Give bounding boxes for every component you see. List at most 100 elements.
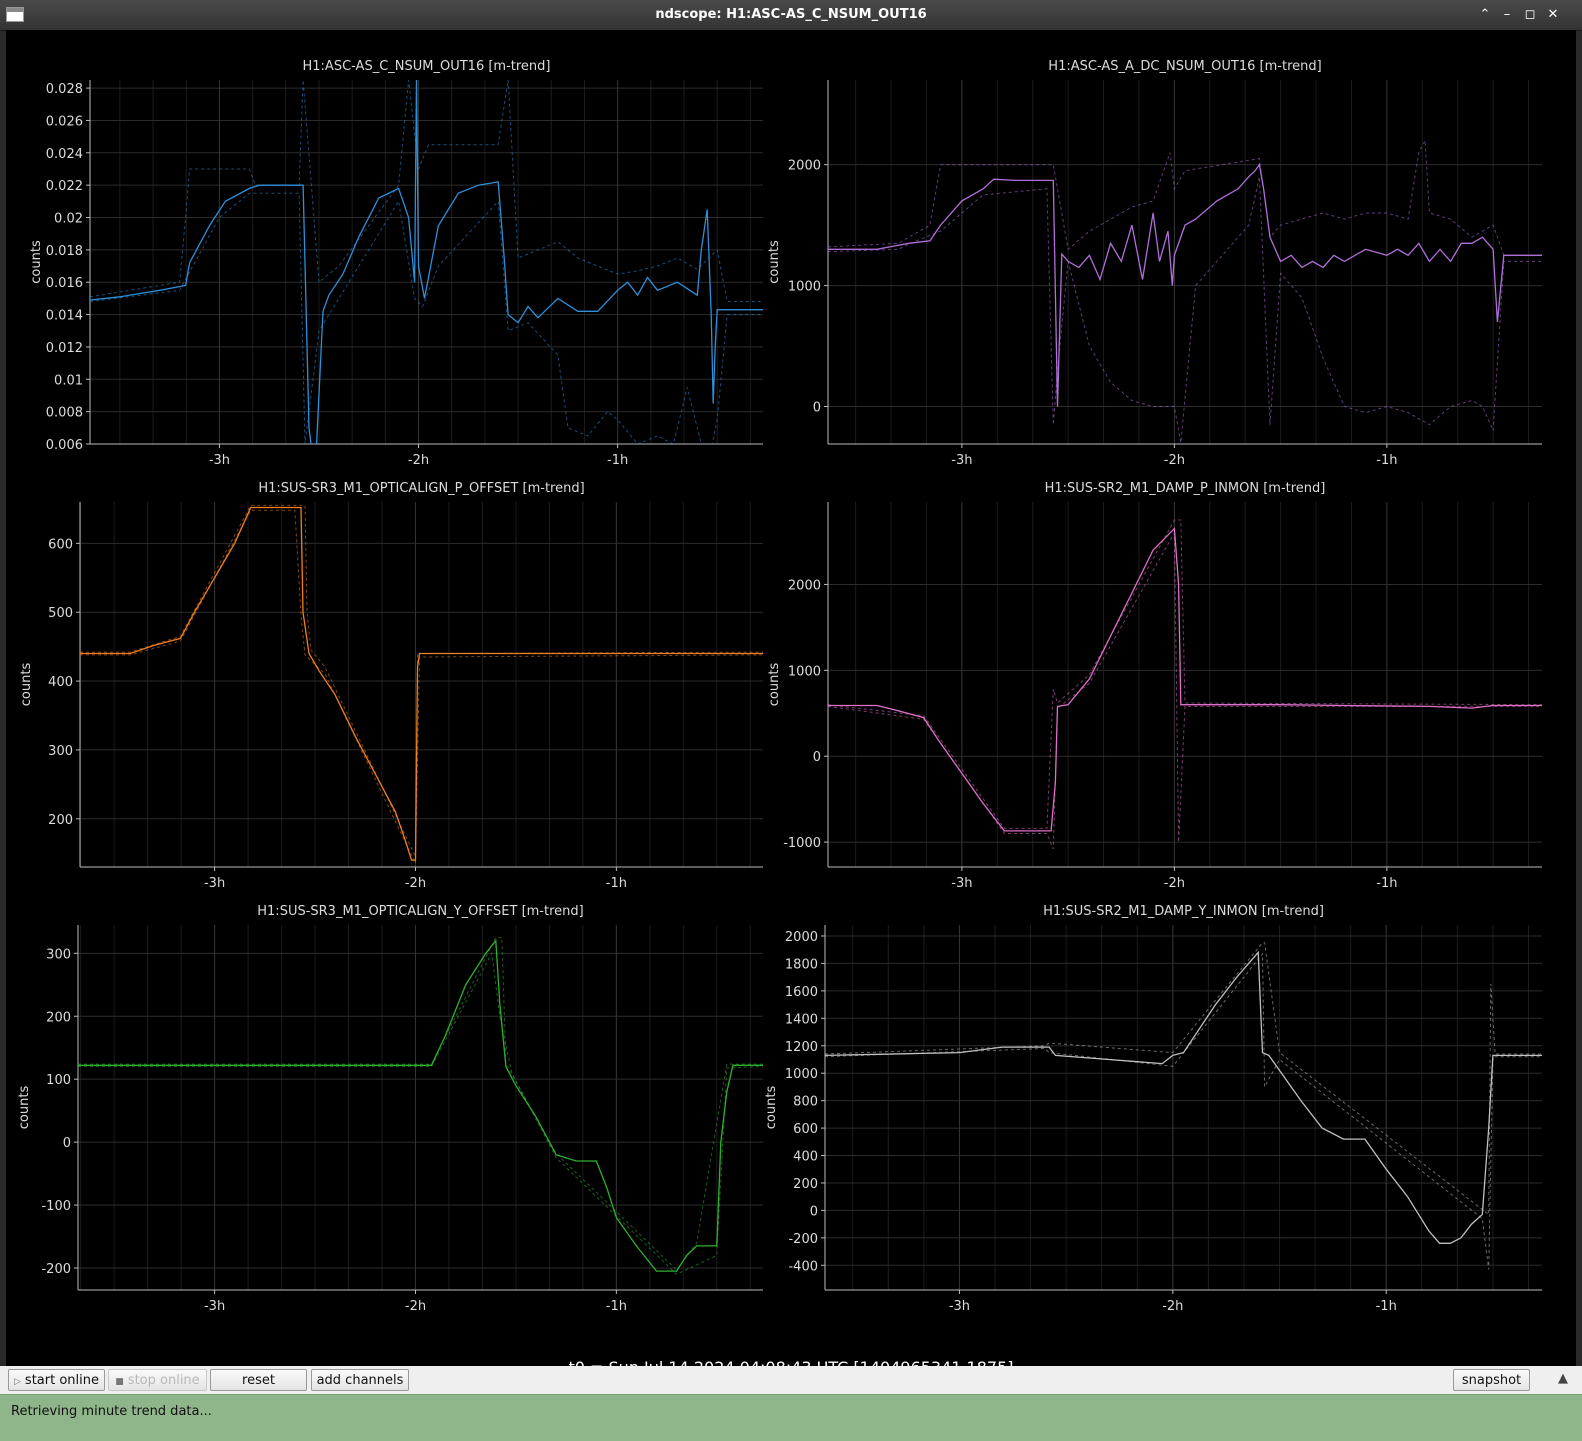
x-tick-label: -1h: [1376, 1299, 1397, 1314]
x-tick-label: -1h: [1376, 453, 1397, 468]
y-tick-label: 0.02: [54, 212, 83, 227]
y-tick-label: 0: [813, 401, 821, 416]
y-tick-label: 1200: [785, 1040, 818, 1055]
x-tick-label: -2h: [405, 876, 426, 891]
y-tick-label: 0: [810, 1204, 818, 1219]
status-bar: Retrieving minute trend data...: [0, 1394, 1582, 1441]
start-online-label: start online: [24, 1373, 99, 1388]
y-tick-label: 400: [793, 1150, 818, 1165]
expand-arrow-icon[interactable]: ▲: [1558, 1371, 1568, 1386]
y-tick-label: 0.016: [46, 276, 83, 291]
y-tick-label: 1800: [785, 957, 818, 972]
y-tick-label: 0.026: [46, 114, 83, 129]
y-tick-label: 0: [63, 1136, 71, 1151]
series-group: [825, 942, 1542, 1270]
y-tick-label: 1400: [785, 1012, 818, 1027]
stop-online-button[interactable]: ■ stop online: [108, 1369, 207, 1391]
x-tick-label: -2h: [405, 1299, 426, 1314]
y-tick-label: 1000: [788, 664, 821, 679]
maximize-icon[interactable]: ◻: [1521, 6, 1539, 24]
start-online-button[interactable]: ▷ start online: [8, 1369, 105, 1391]
x-tick-label: -3h: [204, 1299, 225, 1314]
y-tick-label: 0.006: [46, 438, 83, 453]
plot-1[interactable]: H1:ASC-AS_C_NSUM_OUT16 [m-trend] 0.006 0.0…: [29, 59, 763, 476]
x-tick-label: -1h: [606, 876, 627, 891]
y-tick-label: 0.012: [46, 341, 83, 356]
y-tick-label: -400: [788, 1259, 818, 1274]
y-axis-label: counts: [19, 663, 34, 707]
y-tick-label: 2000: [788, 578, 821, 593]
y-tick-label: 0: [813, 750, 821, 765]
y-tick-label: -100: [41, 1199, 71, 1214]
x-tick-label: -2h: [1164, 876, 1185, 891]
series-max: [825, 942, 1542, 1216]
snapshot-button[interactable]: snapshot: [1453, 1369, 1530, 1391]
plot-5[interactable]: H1:SUS-SR3_M1_OPTICALIGN_Y_OFFSET [m-tre…: [17, 904, 763, 1314]
series-max: [828, 138, 1542, 256]
y-tick-label: 600: [793, 1122, 818, 1137]
plot-6[interactable]: H1:SUS-SR2_M1_DAMP_Y_INMON [m-trend] -400…: [764, 904, 1542, 1314]
series-min: [825, 952, 1542, 1270]
y-axis-label: counts: [767, 240, 782, 284]
plot-area: H1:ASC-AS_C_NSUM_OUT16 [m-trend] 0.006 0.0…: [6, 30, 1576, 1377]
x-tick-label: -3h: [204, 876, 225, 891]
series-mean: [828, 527, 1542, 832]
x-tick-label: -3h: [949, 1299, 970, 1314]
plots-canvas[interactable]: H1:ASC-AS_C_NSUM_OUT16 [m-trend] 0.006 0.0…: [6, 30, 1576, 1330]
series-group: [828, 138, 1542, 443]
y-tick-label: 2000: [788, 159, 821, 174]
x-tick-label: -3h: [209, 453, 230, 468]
x-tick-label: -1h: [606, 1299, 627, 1314]
y-tick-label: 1000: [788, 280, 821, 295]
x-tick-label: -1h: [1376, 876, 1397, 891]
stop-icon: ■: [115, 1377, 124, 1387]
y-axis-label: counts: [29, 240, 44, 284]
y-tick-label: 800: [793, 1095, 818, 1110]
y-tick-label: -1000: [783, 836, 821, 851]
window-title: ndscope: H1:ASC-AS_C_NSUM_OUT16: [655, 7, 927, 22]
plot-title: H1:SUS-SR2_M1_DAMP_Y_INMON [m-trend]: [1043, 904, 1324, 919]
x-tick-label: -1h: [607, 453, 628, 468]
series-max: [828, 519, 1542, 829]
stop-online-label: stop online: [127, 1373, 200, 1388]
y-tick-label: 300: [46, 947, 71, 962]
y-tick-label: 500: [48, 606, 73, 621]
y-tick-label: -200: [788, 1232, 818, 1247]
y-tick-label: 1000: [785, 1067, 818, 1082]
plot-title: H1:SUS-SR2_M1_DAMP_P_INMON [m-trend]: [1045, 481, 1326, 496]
series-mean: [80, 506, 763, 861]
series-mean: [825, 950, 1542, 1244]
minimize-icon[interactable]: –: [1498, 6, 1516, 24]
series-max: [90, 80, 763, 303]
y-tick-label: 0.01: [54, 373, 83, 388]
y-tick-label: 100: [46, 1073, 71, 1088]
add-channels-button[interactable]: add channels: [311, 1369, 409, 1391]
x-tick-label: -2h: [1162, 1299, 1183, 1314]
y-tick-label: -200: [41, 1262, 71, 1277]
plot-2[interactable]: H1:ASC-AS_A_DC_NSUM_OUT16 [m-trend] 0 1000…: [767, 59, 1542, 468]
series-group: [80, 504, 763, 864]
y-axis-label: counts: [17, 1086, 32, 1130]
window-titlebar: ndscope: H1:ASC-AS_C_NSUM_OUT16 ⌃ – ◻ ✕: [0, 0, 1582, 31]
play-icon: ▷: [14, 1377, 21, 1387]
toolbar: ▷ start online ■ stop online reset add cha…: [0, 1366, 1582, 1394]
series-group: [828, 519, 1542, 850]
reset-button[interactable]: reset: [210, 1369, 307, 1391]
y-tick-label: 200: [46, 1010, 71, 1025]
shade-icon[interactable]: ⌃: [1476, 6, 1494, 24]
y-tick-label: 0.008: [46, 406, 83, 421]
x-tick-label: -2h: [408, 453, 429, 468]
y-tick-label: 0.014: [46, 309, 83, 324]
plot-3[interactable]: H1:SUS-SR3_M1_OPTICALIGN_P_OFFSET [m-tre…: [19, 481, 763, 891]
y-tick-label: 0.024: [46, 147, 83, 162]
plot-4[interactable]: H1:SUS-SR2_M1_DAMP_P_INMON [m-trend] -100…: [767, 481, 1542, 891]
plot-title: H1:SUS-SR3_M1_OPTICALIGN_P_OFFSET [m-tre…: [258, 481, 584, 496]
x-tick-label: -3h: [951, 876, 972, 891]
y-tick-label: 2000: [785, 930, 818, 945]
plot-title: H1:ASC-AS_C_NSUM_OUT16 [m-trend]: [303, 59, 551, 74]
series-group: [90, 80, 763, 444]
status-text: Retrieving minute trend data...: [11, 1404, 212, 1419]
x-tick-label: -2h: [1164, 453, 1185, 468]
close-icon[interactable]: ✕: [1544, 6, 1562, 24]
y-tick-label: 600: [48, 537, 73, 552]
